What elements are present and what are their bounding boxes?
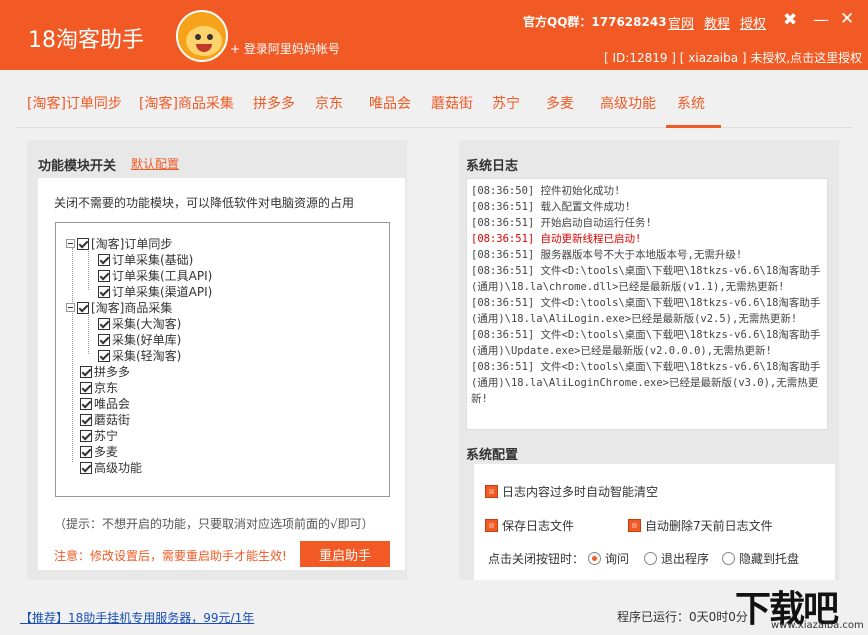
tutorial-link[interactable]: 教程 xyxy=(704,13,730,32)
tab-mogujie[interactable]: 蘑菇街 xyxy=(431,93,473,113)
checkbox-checked-icon[interactable] xyxy=(98,254,110,266)
checkbox-checked-icon[interactable] xyxy=(98,270,110,282)
tree-item-order-basic[interactable]: 订单采集(基础) xyxy=(98,251,193,268)
system-config-title: 系统配置 xyxy=(466,448,519,463)
tab-taoke-order-sync[interactable]: [淘客]订单同步 xyxy=(27,93,122,113)
radio-unchecked-icon[interactable] xyxy=(722,552,735,565)
tab-duomai[interactable]: 多麦 xyxy=(546,93,574,113)
log-line: [08:36:51] 文件<D:\tools\桌面\下载吧\18tkzs-v6.… xyxy=(471,265,821,293)
log-line: [08:36:51] 文件<D:\tools\桌面\下载吧\18tkzs-v6.… xyxy=(471,329,821,357)
log-line: [08:36:51] 文件<D:\tools\桌面\下载吧\18tkzs-v6.… xyxy=(471,297,821,325)
tab-jd[interactable]: 京东 xyxy=(315,93,343,113)
collapse-icon[interactable] xyxy=(66,239,75,248)
authorize-link[interactable]: 授权 xyxy=(740,13,766,32)
mascot-avatar-icon[interactable] xyxy=(176,10,228,62)
checkbox-checked-icon[interactable] xyxy=(80,382,92,394)
checkbox-checked-icon[interactable] xyxy=(77,238,89,250)
tree-item-order-channel-api[interactable]: 订单采集(渠道API) xyxy=(98,283,212,300)
title-bar: 18淘客助手 + 登录阿里妈妈帐号 官方QQ群：177628243 官网 教程 … xyxy=(0,0,868,70)
tree-item-vip[interactable]: 唯品会 xyxy=(80,395,130,412)
tab-pinduoduo[interactable]: 拼多多 xyxy=(253,93,295,113)
checkbox-checked-icon[interactable] xyxy=(77,302,89,314)
log-line: [08:36:51] 文件<D:\tools\桌面\下载吧\18tkzs-v6.… xyxy=(471,361,821,405)
checkbox-checked-icon[interactable] xyxy=(80,462,92,474)
restart-button[interactable]: 重启助手 xyxy=(300,541,390,567)
system-log-box[interactable]: [08:36:50] 控件初始化成功! [08:36:51] 载入配置文件成功! [… xyxy=(466,178,828,430)
tree-item-collect-qingtaoke[interactable]: 采集(轻淘客) xyxy=(98,347,181,364)
module-tree: [淘客]订单同步 订单采集(基础) 订单采集(工具API) 订单采集(渠道API… xyxy=(55,222,390,497)
app-title: 18淘客助手 xyxy=(28,28,144,53)
checkbox-checked-icon[interactable] xyxy=(80,398,92,410)
tree-item-collect-haodanku[interactable]: 采集(好单库) xyxy=(98,331,181,348)
tree-item-mogujie[interactable]: 蘑菇街 xyxy=(80,411,130,428)
tree-item-suning[interactable]: 苏宁 xyxy=(80,427,118,444)
radio-unchecked-icon[interactable] xyxy=(644,552,657,565)
checkbox-checked-icon[interactable] xyxy=(80,446,92,458)
log-line: [08:36:51] 自动更新线程已启动! xyxy=(471,233,642,245)
tree-item-order-tool-api[interactable]: 订单采集(工具API) xyxy=(98,267,212,284)
tree-item-duomai[interactable]: 多麦 xyxy=(80,443,118,460)
tab-taoke-product-collect[interactable]: [淘客]商品采集 xyxy=(139,93,234,113)
close-action-ask-radio[interactable]: 询问 xyxy=(588,550,629,567)
checkbox-checked-icon[interactable] xyxy=(628,519,641,532)
module-hint-text: 关闭不需要的功能模块，可以降低软件对电脑资源的占用 xyxy=(54,196,355,210)
checkbox-checked-icon[interactable] xyxy=(98,286,110,298)
official-site-link[interactable]: 官网 xyxy=(668,13,694,32)
save-log-option[interactable]: 保存日志文件 xyxy=(485,517,574,534)
auto-clear-log-option[interactable]: 日志内容过多时自动智能清空 xyxy=(485,483,658,500)
log-line: [08:36:51] 开始启动自动运行任务! xyxy=(471,217,652,229)
checkbox-checked-icon[interactable] xyxy=(80,366,92,378)
collapse-icon[interactable] xyxy=(66,303,75,312)
tab-suning[interactable]: 苏宁 xyxy=(492,93,520,113)
tree-item-collect-dataoke[interactable]: 采集(大淘客) xyxy=(98,315,181,332)
checkbox-checked-icon[interactable] xyxy=(485,485,498,498)
close-action-label: 点击关闭按钮时： xyxy=(488,552,585,566)
tab-system[interactable]: 系统 xyxy=(677,93,705,113)
runtime-status: 程序已运行：0天0时0分 xyxy=(617,610,748,624)
tab-vip[interactable]: 唯品会 xyxy=(369,93,411,113)
log-line: [08:36:51] 服务器版本号不大于本地版本号,无需升级! xyxy=(471,249,743,261)
close-icon[interactable]: ✕ xyxy=(840,9,854,29)
xiazaiba-watermark-logo: 下载吧 www.xiazaiba.com xyxy=(735,580,868,635)
tools-icon[interactable]: ✖ xyxy=(783,10,797,30)
checkbox-checked-icon[interactable] xyxy=(485,519,498,532)
module-switch-title: 功能模块开关 xyxy=(38,159,117,174)
promo-server-link[interactable]: 【推荐】18助手挂机专用服务器，99元/1年 xyxy=(20,609,254,626)
tree-item-taoke-product-collect[interactable]: [淘客]商品采集 xyxy=(66,299,172,316)
login-alimama-link[interactable]: + 登录阿里妈妈帐号 xyxy=(230,40,340,57)
auth-status-link[interactable]: [ ID:12819 ] [ xiazaiba ] 未授权,点击这里授权 xyxy=(604,49,862,66)
watermark-url: www.xiazaiba.com xyxy=(771,620,864,631)
auto-delete-log-option[interactable]: 自动删除7天前日志文件 xyxy=(628,517,773,534)
log-line: [08:36:50] 控件初始化成功! xyxy=(471,185,621,197)
minimize-icon[interactable]: — xyxy=(813,10,829,29)
close-action-tray-radio[interactable]: 隐藏到托盘 xyxy=(722,550,799,567)
checkbox-checked-icon[interactable] xyxy=(98,350,110,362)
log-line: [08:36:51] 载入配置文件成功! xyxy=(471,201,631,213)
checkbox-checked-icon[interactable] xyxy=(98,334,110,346)
close-action-exit-radio[interactable]: 退出程序 xyxy=(644,550,709,567)
default-config-link[interactable]: 默认配置 xyxy=(131,155,179,172)
restart-notice-text: 注意：修改设置后，需要重启助手才能生效! xyxy=(54,549,287,563)
checkbox-checked-icon[interactable] xyxy=(80,430,92,442)
active-tab-indicator xyxy=(666,125,721,128)
checkbox-checked-icon[interactable] xyxy=(98,318,110,330)
tree-item-advanced[interactable]: 高级功能 xyxy=(80,459,142,476)
main-tabs: [淘客]订单同步 [淘客]商品采集 拼多多 京东 唯品会 蘑菇街 苏宁 多麦 高… xyxy=(15,82,853,128)
qq-group-label: 官方QQ群：177628243 xyxy=(523,15,667,29)
checkbox-checked-icon[interactable] xyxy=(80,414,92,426)
tree-item-taoke-order-sync[interactable]: [淘客]订单同步 xyxy=(66,235,172,252)
system-log-title: 系统日志 xyxy=(466,159,519,174)
tab-advanced[interactable]: 高级功能 xyxy=(600,93,656,113)
uncheck-hint-text: （提示：不想开启的功能，只要取消对应选项前面的√即可） xyxy=(54,517,374,531)
radio-checked-icon[interactable] xyxy=(588,552,601,565)
tree-item-jd[interactable]: 京东 xyxy=(80,379,118,396)
tree-item-pinduoduo[interactable]: 拼多多 xyxy=(80,363,130,380)
